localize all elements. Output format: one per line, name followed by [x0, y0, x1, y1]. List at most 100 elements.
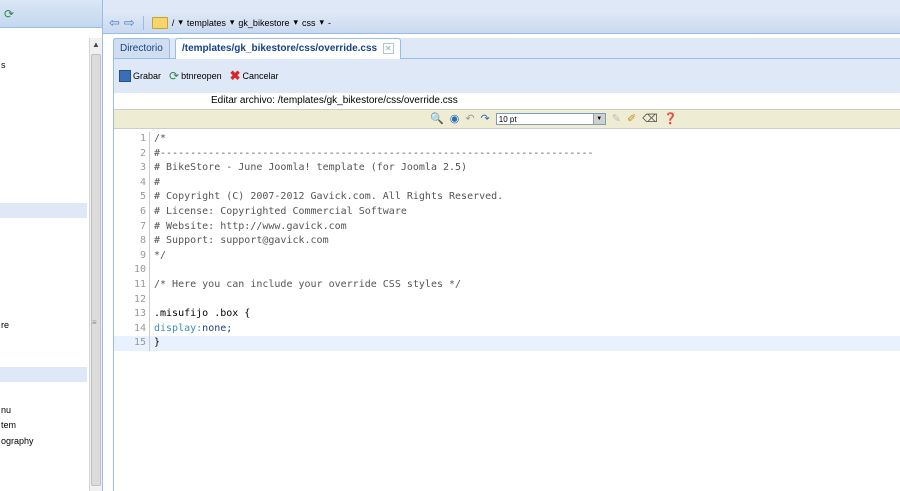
syntax-toggle-icon[interactable]: ✐ — [627, 112, 636, 125]
code-line[interactable]: 1 /* — [114, 132, 900, 147]
code-text: # Website: http://www.gavick.com — [154, 220, 347, 232]
code-text: # Support: support@gavick.com — [154, 235, 329, 247]
file-toolbar: Grabar ⟳ btnreopen ✖ Cancelar — [114, 59, 900, 93]
code-line[interactable]: 4 # — [114, 175, 900, 191]
tab-label: /templates/gk_bikestore/css/override.css — [182, 43, 378, 54]
tree-item[interactable]: s — [0, 58, 87, 73]
code-line[interactable]: 11 /* Here you can include your override … — [114, 277, 900, 293]
line-number: 2 — [114, 146, 150, 162]
code-line[interactable]: 3 # BikeStore - June Joomla! template (fo… — [114, 161, 900, 176]
refresh-icon[interactable]: ⟳ — [4, 7, 14, 21]
line-number: 13 — [114, 307, 150, 322]
reopen-button[interactable]: ⟳ btnreopen — [169, 69, 222, 83]
tree-item[interactable]: tem — [0, 418, 87, 433]
reopen-icon: ⟳ — [169, 69, 180, 83]
code-text: # — [154, 176, 161, 188]
code-line[interactable]: 15} — [114, 336, 900, 351]
left-panel: ⟳ s re nu tem ography ▲ ≡ — [0, 0, 103, 491]
path-segment-gk-bikestore[interactable]: gk_bikestore — [238, 18, 289, 28]
path-root[interactable]: / — [172, 18, 175, 28]
redo-icon[interactable]: ↷ — [481, 112, 490, 125]
code-line[interactable]: 14 display:none; — [114, 321, 900, 337]
font-size-value: 10 pt — [498, 114, 517, 124]
code-line[interactable]: 13 .misufijo .box { — [114, 307, 900, 322]
code-text: /* — [154, 133, 167, 144]
line-number: 11 — [114, 277, 150, 293]
tree-item[interactable]: nu — [0, 403, 87, 418]
path-dash: - — [328, 17, 332, 28]
search-icon[interactable]: 🔍 — [430, 112, 444, 125]
line-number: 8 — [114, 234, 150, 249]
save-button[interactable]: Grabar — [119, 70, 161, 82]
help-icon[interactable]: ❓ — [664, 112, 678, 125]
left-tree-list: s re nu tem ography — [0, 38, 88, 491]
tab-directorio[interactable]: Directorio — [113, 38, 170, 58]
eraser-icon[interactable]: ⌫ — [642, 112, 658, 125]
line-number: 3 — [114, 161, 150, 176]
forward-arrow-icon[interactable]: ⇨ — [124, 15, 135, 31]
code-line[interactable]: 7 # Website: http://www.gavick.com — [114, 219, 900, 235]
cancel-button[interactable]: ✖ Cancelar — [230, 68, 279, 84]
path-segment-css[interactable]: css — [302, 18, 316, 28]
path-segment-templates[interactable]: templates — [187, 18, 226, 28]
scrollbar-thumb[interactable] — [91, 54, 101, 486]
close-icon[interactable]: ✕ — [382, 42, 394, 54]
chevron-down-icon[interactable]: ▾ — [230, 17, 235, 28]
chevron-down-icon[interactable]: ▾ — [319, 17, 324, 28]
scroll-up-icon[interactable]: ▲ — [92, 40, 100, 49]
code-line[interactable]: 5 # Copyright (C) 2007-2012 Gavick.com. A… — [114, 190, 900, 205]
edit-file-title: Editar archivo: /templates/gk_bikestore/… — [211, 95, 458, 106]
code-text: # License: Copyrighted Commercial Softwa… — [154, 205, 407, 217]
line-number: 5 — [114, 190, 150, 205]
tab-strip: Directorio /templates/gk_bikestore/css/o… — [113, 38, 900, 59]
font-size-select[interactable]: 10 pt ▼ — [495, 112, 606, 125]
floppy-icon — [119, 70, 131, 82]
path-toolbar: ⇦ ⇨ / ▾ templates ▾ gk_bikestore ▾ css ▾… — [103, 12, 900, 34]
line-number: 14 — [114, 321, 150, 337]
code-line[interactable]: 8 # Support: support@gavick.com — [114, 234, 900, 249]
editor-panel: Grabar ⟳ btnreopen ✖ Cancelar Editar arc… — [113, 59, 900, 491]
code-text: /* Here you can include your override CS… — [154, 278, 462, 290]
line-number: 1 — [114, 132, 150, 147]
left-panel-header: ⟳ — [0, 0, 102, 28]
code-line[interactable]: 10 — [114, 263, 900, 278]
code-line[interactable]: 12 — [114, 292, 900, 308]
highlight-icon[interactable]: ✎ — [612, 112, 621, 125]
undo-icon[interactable]: ↶ — [465, 112, 474, 125]
cancel-x-icon: ✖ — [229, 68, 241, 83]
code-text: #---------------------------------------… — [154, 147, 594, 159]
chevron-down-icon[interactable]: ▾ — [293, 17, 298, 28]
code-line[interactable]: 6 # License: Copyrighted Commercial Softw… — [114, 204, 900, 220]
reopen-button-label: btnreopen — [181, 71, 222, 81]
code-editor[interactable]: 1 /* 2 #-----------------------------------… — [114, 132, 900, 351]
code-line[interactable]: 9 */ — [114, 248, 900, 264]
line-number: 9 — [114, 248, 150, 264]
left-scrollbar[interactable]: ▲ ≡ — [89, 38, 102, 491]
code-text: # Copyright (C) 2007-2012 Gavick.com. Al… — [154, 191, 504, 203]
goto-line-icon[interactable]: ◉ — [450, 112, 460, 125]
code-line[interactable]: 2 #--------------------------------------… — [114, 146, 900, 162]
code-text: */ — [154, 249, 167, 261]
line-number: 6 — [114, 204, 150, 220]
tree-item[interactable]: ography — [0, 434, 87, 449]
tab-label: Directorio — [120, 43, 163, 54]
tree-item[interactable] — [0, 367, 87, 382]
save-button-label: Grabar — [133, 71, 162, 81]
toolbar-separator — [142, 15, 144, 30]
back-arrow-icon[interactable]: ⇦ — [109, 15, 120, 31]
tab-override-css[interactable]: /templates/gk_bikestore/css/override.css… — [175, 38, 401, 59]
chevron-down-icon[interactable]: ▾ — [178, 17, 183, 28]
code-text: # BikeStore - June Joomla! template (for… — [154, 162, 468, 174]
folder-icon — [151, 16, 168, 29]
editor-toolbar: 🔍 ◉ ↶ ↷ 10 pt ▼ ✎ ✐ ⌫ ❓ — [114, 109, 900, 129]
tree-item[interactable] — [0, 203, 87, 218]
code-text: } — [154, 337, 161, 349]
chevron-down-icon[interactable]: ▼ — [592, 113, 605, 124]
tree-item[interactable]: re — [0, 318, 87, 333]
line-number: 10 — [114, 263, 150, 278]
line-number: 15 — [114, 336, 150, 351]
line-number: 7 — [114, 219, 150, 235]
scrollbar-grip-icon: ≡ — [92, 318, 97, 327]
